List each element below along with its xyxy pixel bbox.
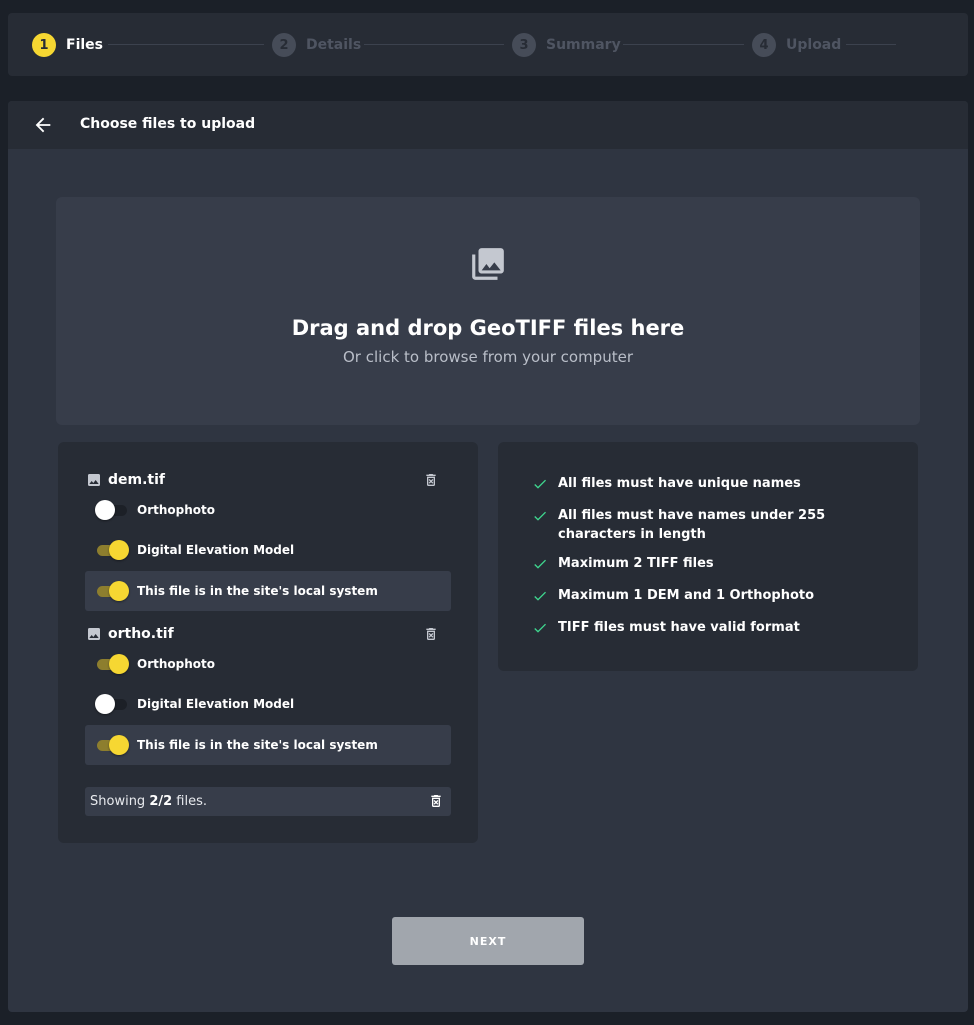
rule-item: Maximum 1 DEM and 1 Orthophoto	[532, 586, 832, 605]
delete-all-icon[interactable]	[428, 792, 444, 810]
step-connector	[623, 44, 744, 45]
check-icon	[534, 623, 546, 633]
dem-toggle[interactable]	[95, 540, 129, 560]
step-number: 2	[272, 33, 296, 57]
step-label: Details	[306, 37, 362, 53]
step-number: 4	[752, 33, 776, 57]
dem-row: Digital Elevation Model	[85, 684, 451, 724]
toggle-label: Orthophoto	[137, 503, 215, 517]
dropzone-title: Drag and drop GeoTIFF files here	[291, 316, 685, 340]
rule-item: All files must have unique names	[532, 474, 832, 493]
rule-item: All files must have names under 255 char…	[532, 506, 832, 544]
rule-text: Maximum 1 DEM and 1 Orthophoto	[558, 588, 815, 603]
validation-rules: All files must have unique names All fil…	[498, 442, 918, 671]
file-dropzone[interactable]: Drag and drop GeoTIFF files here Or clic…	[56, 197, 920, 425]
dropzone-subtitle: Or click to browse from your computer	[343, 348, 633, 366]
rule-item: Maximum 2 TIFF files	[532, 554, 832, 573]
toggle-label: Digital Elevation Model	[137, 697, 295, 711]
back-arrow-icon[interactable]	[32, 114, 54, 136]
file-header: dem.tif	[86, 470, 165, 490]
toggle-label: This file is in the site's local system	[137, 584, 378, 598]
step-connector	[846, 44, 896, 45]
check-icon	[534, 559, 546, 569]
step-number: 3	[512, 33, 536, 57]
rule-text: All files must have names under 255 char…	[558, 508, 826, 542]
file-count-text: Showing 2/2 files.	[90, 794, 207, 809]
dem-toggle[interactable]	[95, 694, 129, 714]
rule-text: All files must have unique names	[558, 476, 801, 491]
file-name: dem.tif	[108, 472, 166, 488]
image-icon	[88, 474, 100, 486]
step-files[interactable]: 1 Files	[32, 33, 103, 57]
upload-panel: Choose files to upload Drag and drop Geo…	[8, 101, 968, 1012]
file-name: ortho.tif	[108, 626, 174, 642]
toggle-label: Digital Elevation Model	[137, 543, 295, 557]
orthophoto-toggle[interactable]	[95, 654, 129, 674]
rule-text: TIFF files must have valid format	[558, 620, 800, 635]
toggle-label: This file is in the site's local system	[137, 738, 378, 752]
step-label: Upload	[786, 37, 842, 53]
check-icon	[534, 511, 546, 521]
orthophoto-row: Orthophoto	[85, 490, 451, 530]
local-system-toggle[interactable]	[95, 735, 129, 755]
file-count-bar: Showing 2/2 files.	[85, 787, 451, 816]
file-list: dem.tif Orthophoto Digital Elevation Mod…	[58, 442, 478, 843]
toggle-label: Orthophoto	[137, 657, 215, 671]
step-connector	[108, 44, 264, 45]
page-title: Choose files to upload	[80, 116, 256, 132]
delete-file-icon[interactable]	[423, 471, 439, 489]
orthophoto-row: Orthophoto	[85, 644, 451, 684]
step-upload[interactable]: 4 Upload	[752, 33, 841, 57]
step-label: Summary	[546, 37, 621, 53]
panel-header: Choose files to upload	[8, 101, 968, 149]
step-label: Files	[66, 37, 103, 53]
local-system-toggle[interactable]	[95, 581, 129, 601]
local-system-row: This file is in the site's local system	[85, 571, 451, 611]
check-icon	[534, 591, 546, 601]
local-system-row: This file is in the site's local system	[85, 725, 451, 765]
dem-row: Digital Elevation Model	[85, 530, 451, 570]
orthophoto-toggle[interactable]	[95, 500, 129, 520]
step-number: 1	[32, 33, 56, 57]
next-button[interactable]: NEXT	[392, 917, 584, 965]
rule-item: TIFF files must have valid format	[532, 618, 832, 637]
stepper: 1 Files 2 Details 3 Summary 4 Upload	[8, 13, 968, 76]
delete-file-icon[interactable]	[423, 625, 439, 643]
file-header: ortho.tif	[86, 624, 174, 644]
check-icon	[534, 479, 546, 489]
image-stack-icon	[469, 245, 507, 283]
rule-text: Maximum 2 TIFF files	[558, 556, 714, 571]
step-details[interactable]: 2 Details	[272, 33, 361, 57]
step-connector	[364, 44, 504, 45]
step-summary[interactable]: 3 Summary	[512, 33, 621, 57]
image-icon	[88, 628, 100, 640]
